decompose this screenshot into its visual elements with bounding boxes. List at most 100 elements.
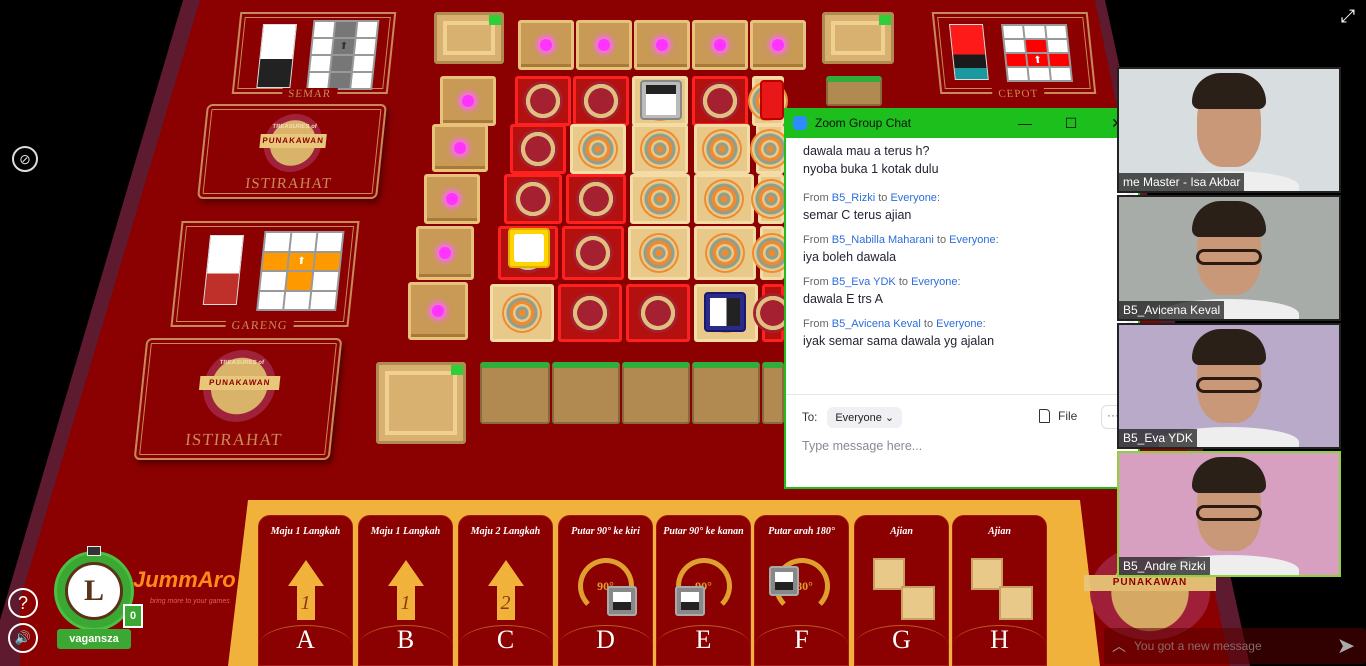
corner-tile[interactable] — [376, 362, 466, 444]
action-card-g[interactable]: Ajian G — [854, 515, 949, 666]
cracked-tile[interactable] — [518, 20, 574, 70]
message-text: iya boleh dawala — [803, 250, 897, 264]
participant-name: B5_Eva YDK — [1119, 429, 1197, 447]
recipient-select[interactable]: Everyone ⌄ — [827, 407, 903, 428]
target-tile[interactable] — [694, 124, 750, 174]
action-card-h[interactable]: Ajian H — [952, 515, 1047, 666]
gareng-pawn-figure — [202, 235, 245, 305]
cracked-tile[interactable] — [432, 124, 488, 172]
action-card-c[interactable]: Maju 2 Langkah 2 C — [458, 515, 553, 666]
fullscreen-icon[interactable]: ⤢ — [1338, 6, 1358, 26]
cracked-tile[interactable] — [750, 20, 806, 70]
avatar-letter: L — [65, 562, 123, 620]
vine-wall-tile — [480, 362, 550, 424]
action-card-letter: B — [396, 625, 415, 654]
new-message-text: You got a new message — [1134, 639, 1262, 653]
sound-button[interactable]: 🔊 — [8, 623, 38, 653]
corner-tile[interactable] — [822, 12, 894, 64]
recipient-name[interactable]: Everyone — [936, 318, 982, 330]
action-card-f[interactable]: Putar arah 180° 180° F — [754, 515, 849, 666]
chat-message: dawala mau a terus h? — [803, 142, 1118, 160]
help-button[interactable]: ? — [8, 588, 38, 618]
message-header: From B5_Nabilla Maharani to Everyone: — [803, 234, 999, 246]
target-tile[interactable] — [750, 124, 790, 174]
sender-name[interactable]: B5_Eva YDK — [832, 276, 896, 288]
cracked-tile[interactable] — [692, 20, 748, 70]
chevron-up-icon[interactable]: ︿ — [1104, 636, 1134, 656]
participant-glasses — [1196, 377, 1262, 393]
target-tile[interactable] — [694, 174, 754, 224]
new-message-bar[interactable]: ︿ You got a new message ➤ — [1104, 628, 1366, 664]
target-tile[interactable] — [630, 174, 690, 224]
cracked-tile[interactable] — [634, 20, 690, 70]
cracked-tile[interactable] — [424, 174, 480, 224]
player-avatar[interactable]: L — [54, 551, 134, 631]
to-word: to — [936, 234, 947, 246]
message-input[interactable] — [802, 439, 1122, 453]
target-tile[interactable] — [628, 226, 690, 280]
treasure-tile[interactable] — [504, 174, 562, 224]
target-tile[interactable] — [752, 226, 792, 280]
semar-pawn[interactable] — [640, 80, 682, 120]
participant-video[interactable]: B5_Avicena Keval — [1117, 195, 1341, 321]
to-word: to — [878, 192, 888, 204]
treasure-tile[interactable] — [510, 124, 566, 174]
pawn-icon — [607, 586, 637, 616]
maximize-button[interactable]: ☐ — [1048, 115, 1094, 132]
cracked-tile[interactable] — [416, 226, 474, 280]
action-card-b[interactable]: Maju 1 Langkah 1 B — [358, 515, 453, 666]
recipient-name[interactable]: Everyone — [890, 192, 936, 204]
chat-message: From B5_Nabilla Maharani to Everyone: iy… — [803, 232, 1118, 266]
cracked-tile[interactable] — [576, 20, 632, 70]
cracked-tile[interactable] — [440, 76, 496, 126]
treasure-tile[interactable] — [515, 76, 571, 126]
target-tile[interactable] — [751, 174, 791, 224]
treasure-tile[interactable] — [566, 174, 626, 224]
chat-footer: To: Everyone ⌄ File ··· — [786, 394, 1138, 453]
corner-tile[interactable] — [434, 12, 504, 64]
chat-messages: dawala mau a terus h? nyoba buka 1 kotak … — [786, 138, 1138, 394]
recipient-name[interactable]: Everyone — [949, 234, 995, 246]
message-header: From B5_Rizki to Everyone: — [803, 192, 940, 204]
chat-titlebar[interactable]: Zoom Group Chat — ☐ ✕ — [784, 108, 1140, 138]
rest-card[interactable]: TREASURES of PUNAKAWAN ISTIRAHAT — [197, 104, 387, 199]
treasure-tile[interactable] — [692, 76, 748, 126]
participant-video[interactable]: B5_Andre Rizki — [1117, 451, 1341, 577]
recipient-name[interactable]: Everyone — [911, 276, 957, 288]
action-card-d[interactable]: Putar 90° ke kiri 90° D — [558, 515, 653, 666]
cracked-tile[interactable] — [408, 282, 468, 340]
target-tile[interactable] — [490, 284, 554, 342]
pawn-icon — [769, 566, 799, 596]
sender-name[interactable]: B5_Rizki — [832, 192, 875, 204]
zoom-app-icon — [793, 116, 807, 130]
zoom-chat-window: dawala mau a terus h? nyoba buka 1 kotak … — [784, 108, 1140, 489]
send-icon[interactable]: ➤ — [1326, 633, 1366, 659]
rest-card[interactable]: TREASURES of PUNAKAWAN ISTIRAHAT — [133, 338, 343, 460]
sender-name[interactable]: B5_Nabilla Maharani — [832, 234, 934, 246]
gareng-pawn[interactable] — [508, 228, 550, 268]
participant-hair — [1192, 457, 1266, 493]
action-card-a[interactable]: Maju 1 Langkah 1 A — [258, 515, 353, 666]
dawala-pawn[interactable] — [704, 292, 746, 332]
target-tile[interactable] — [694, 226, 756, 280]
file-button[interactable]: File — [1039, 409, 1077, 423]
hide-eye-icon[interactable]: ⊘ — [12, 146, 38, 172]
treasure-tile[interactable] — [753, 284, 793, 342]
treasure-tile[interactable] — [558, 284, 622, 342]
participant-video[interactable]: B5_Eva YDK — [1117, 323, 1341, 449]
message-text: semar C terus ajian — [803, 208, 912, 222]
cepot-pawn[interactable] — [760, 80, 784, 120]
participant-video[interactable]: me Master - Isa Akbar — [1117, 67, 1341, 193]
treasure-tile[interactable] — [573, 76, 629, 126]
target-tile[interactable] — [632, 124, 688, 174]
target-tile[interactable] — [570, 124, 626, 174]
minimize-button[interactable]: — — [1002, 115, 1048, 131]
character-name: SEMAR — [281, 88, 338, 100]
step-count: 1 — [296, 586, 315, 620]
treasure-tile[interactable] — [626, 284, 690, 342]
sender-name[interactable]: B5_Avicena Keval — [832, 318, 921, 330]
from-word: From — [803, 234, 829, 246]
treasure-tile[interactable] — [562, 226, 624, 280]
action-card-e[interactable]: Putar 90° ke kanan90° E — [656, 515, 751, 666]
action-card-title: Maju 1 Langkah — [370, 526, 441, 537]
